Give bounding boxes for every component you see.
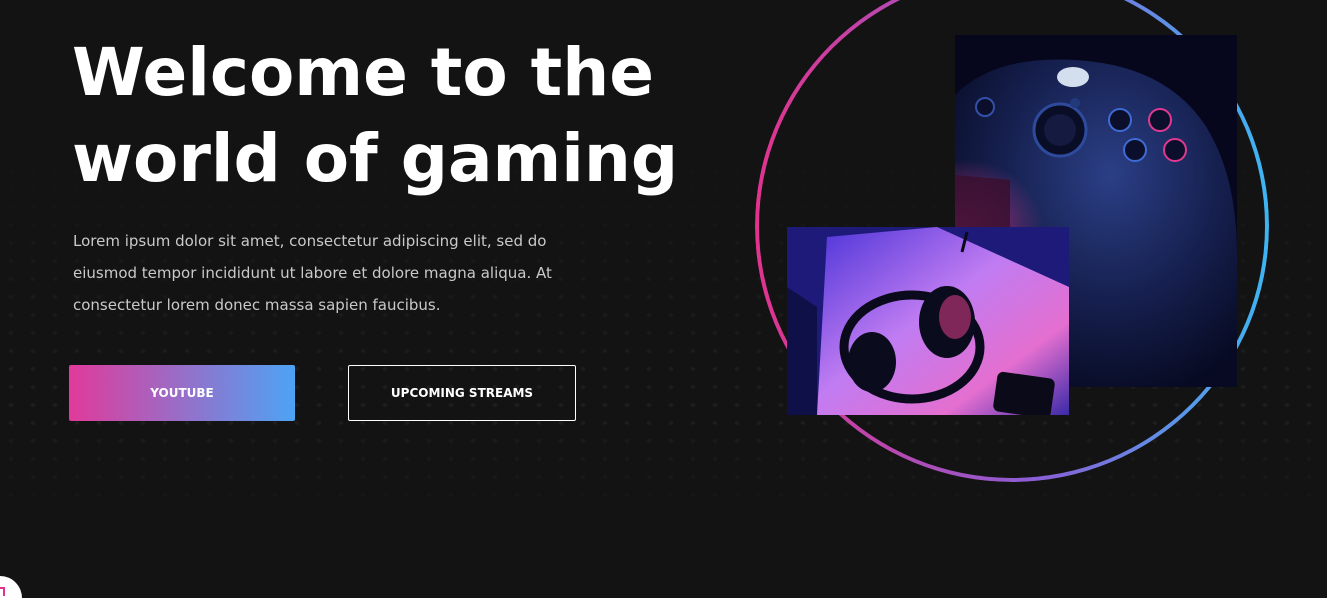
upcoming-streams-button[interactable]: UPCOMING STREAMS — [348, 365, 576, 421]
hero-description: Lorem ipsum dolor sit amet, consectetur … — [73, 232, 552, 314]
hero-title-line-1: Welcome to the — [72, 34, 654, 111]
gaming-headset-illustration — [787, 227, 1069, 415]
gaming-headset-image — [787, 227, 1069, 415]
hero-section: Welcome to the world of gaming Lorem ips… — [0, 0, 1327, 598]
hero-title-line-2: world of gaming — [72, 120, 679, 197]
brand-badge-icon[interactable] — [0, 576, 22, 598]
brand-mark-icon — [0, 587, 5, 596]
youtube-button[interactable]: YOUTUBE — [69, 365, 295, 421]
hero-title: Welcome to the world of gaming — [72, 30, 752, 202]
